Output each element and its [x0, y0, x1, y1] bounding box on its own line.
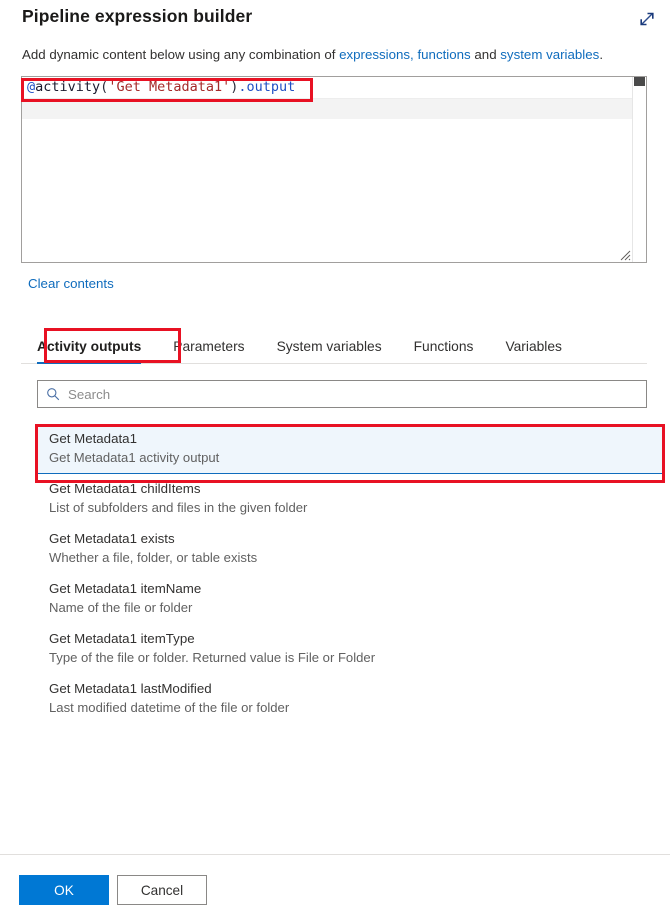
list-item-description: List of subfolders and files in the give… [49, 500, 308, 515]
list-item-title: Get Metadata1 [49, 431, 137, 446]
tab-variables[interactable]: Variables [489, 330, 578, 363]
list-item[interactable]: Get Metadata1 itemType Type of the file … [37, 624, 663, 674]
activity-output-list: Get Metadata1 Get Metadata1 activity out… [37, 424, 663, 824]
subtitle-mid: and [470, 47, 501, 62]
tab-system-variables-label: System variables [276, 339, 382, 354]
page-title: Pipeline expression builder [22, 6, 253, 26]
search-input[interactable] [68, 386, 638, 402]
search-icon [46, 387, 60, 401]
list-item-title: Get Metadata1 itemName [49, 581, 202, 596]
tab-activity-outputs[interactable]: Activity outputs [21, 330, 157, 364]
list-item-description: Last modified datetime of the file or fo… [49, 700, 290, 715]
token-string-literal: 'Get Metadata1' [108, 79, 231, 95]
list-item[interactable]: Get Metadata1 childItems List of subfold… [37, 474, 663, 524]
expression-code-line[interactable]: @activity('Get Metadata1').output [22, 77, 633, 98]
expression-editor[interactable]: @activity('Get Metadata1').output [21, 76, 647, 263]
cancel-button[interactable]: Cancel [117, 875, 207, 905]
list-item-description: Name of the file or folder [49, 600, 193, 615]
search-magnifier-glyph [47, 388, 60, 401]
tab-activity-outputs-label: Activity outputs [37, 339, 142, 354]
list-item-description: Type of the file or folder. Returned val… [49, 650, 376, 665]
list-item[interactable]: Get Metadata1 exists Whether a file, fol… [37, 524, 663, 574]
resize-grip-glyph [620, 250, 631, 261]
ok-button[interactable]: OK [19, 875, 109, 905]
resize-grip-icon[interactable] [619, 248, 631, 261]
search-box[interactable] [37, 380, 647, 408]
token-function-name: activity [35, 79, 101, 95]
link-expressions[interactable]: expressions, [339, 47, 414, 62]
editor-vertical-scrollbar[interactable] [632, 77, 646, 262]
subtitle-tail: . [599, 47, 604, 62]
list-item-description: Get Metadata1 activity output [49, 450, 220, 465]
clear-contents-link[interactable]: Clear contents [28, 276, 114, 291]
scrollbar-thumb[interactable] [634, 77, 645, 86]
tab-parameters-label: Parameters [173, 339, 245, 354]
tab-parameters[interactable]: Parameters [157, 330, 260, 363]
dialog-header: Pipeline expression builder [0, 0, 670, 40]
token-at: @ [27, 79, 36, 95]
tab-bar: Activity outputs Parameters System varia… [21, 330, 647, 364]
link-functions[interactable]: functions [417, 47, 470, 62]
list-item[interactable]: Get Metadata1 itemName Name of the file … [37, 574, 663, 624]
list-item[interactable]: Get Metadata1 Get Metadata1 activity out… [37, 424, 663, 474]
expand-icon[interactable] [634, 6, 660, 32]
list-item-title: Get Metadata1 childItems [49, 481, 201, 496]
editor-empty-line[interactable] [22, 98, 633, 119]
expand-diagonal-arrows-icon [640, 12, 654, 26]
tab-variables-label: Variables [505, 339, 562, 354]
token-property: .output [238, 79, 296, 95]
list-item-title: Get Metadata1 lastModified [49, 681, 212, 696]
list-item-title: Get Metadata1 itemType [49, 631, 195, 646]
tab-system-variables[interactable]: System variables [261, 330, 398, 363]
instruction-lead: Add dynamic content below using any comb… [22, 47, 340, 62]
dialog-footer: OK Cancel [0, 854, 670, 908]
list-item-description: Whether a file, folder, or table exists [49, 550, 258, 565]
link-system-variables[interactable]: system variables [500, 47, 599, 62]
instruction-text: Add dynamic content below using any comb… [22, 46, 603, 64]
tab-functions[interactable]: Functions [398, 330, 490, 363]
list-item-title: Get Metadata1 exists [49, 531, 175, 546]
list-item[interactable]: Get Metadata1 lastModified Last modified… [37, 674, 663, 724]
editor-lines[interactable]: @activity('Get Metadata1').output [22, 77, 633, 262]
tab-functions-label: Functions [413, 339, 474, 354]
